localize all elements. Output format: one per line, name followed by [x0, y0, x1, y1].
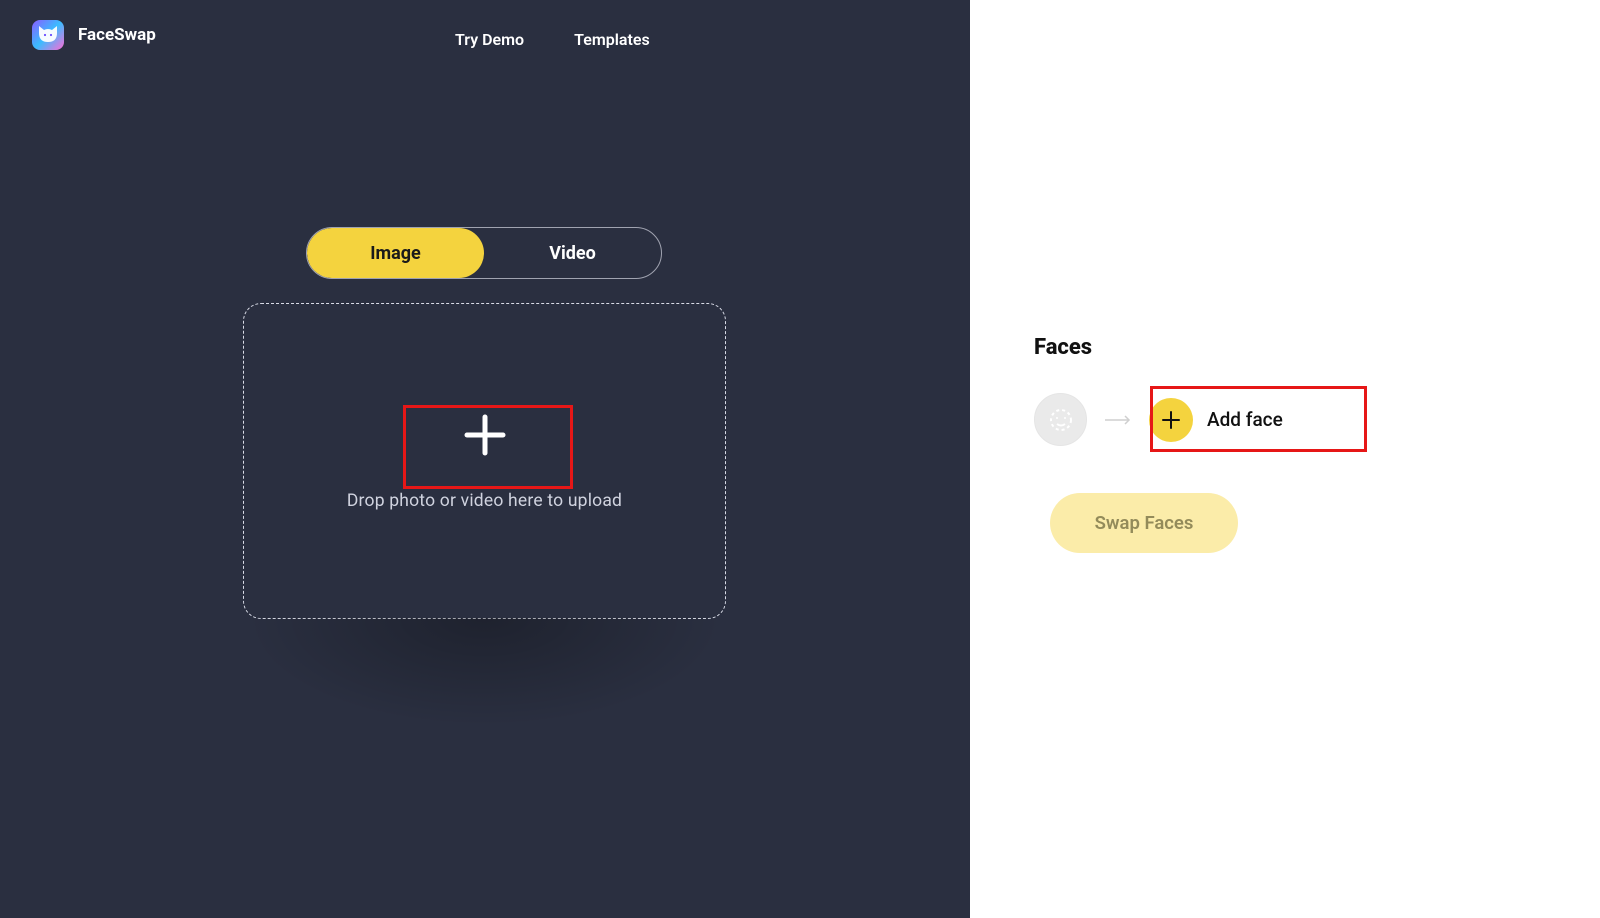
face-outline-icon: [1046, 405, 1076, 435]
media-type-toggle: Image Video: [306, 227, 662, 279]
brand-name: FaceSwap: [78, 25, 156, 45]
toggle-video[interactable]: Video: [484, 228, 661, 278]
dropzone-hint: Drop photo or video here to upload: [347, 491, 622, 511]
upload-dropzone[interactable]: Drop photo or video here to upload: [243, 303, 726, 619]
source-face-placeholder[interactable]: [1034, 393, 1087, 446]
toggle-image[interactable]: Image: [307, 228, 484, 278]
nav-templates[interactable]: Templates: [574, 30, 650, 49]
plus-icon: [461, 411, 509, 463]
faces-panel: [970, 0, 1600, 918]
nav-try-demo[interactable]: Try Demo: [455, 30, 524, 49]
top-nav: Try Demo Templates: [455, 30, 650, 49]
plus-circle-icon: [1149, 398, 1193, 442]
swap-faces-button[interactable]: Swap Faces: [1050, 493, 1238, 553]
brand-logo: [32, 20, 64, 50]
add-face-label: Add face: [1207, 408, 1283, 431]
dropzone-shadow: [243, 618, 726, 728]
face-row: Add face: [1034, 393, 1303, 446]
arrow-right-icon: [1103, 414, 1133, 426]
cat-icon: [36, 24, 60, 46]
editor-panel: FaceSwap Try Demo Templates Image Video …: [0, 0, 970, 918]
add-face-button[interactable]: Add face: [1149, 398, 1303, 442]
faces-heading: Faces: [1034, 335, 1092, 360]
